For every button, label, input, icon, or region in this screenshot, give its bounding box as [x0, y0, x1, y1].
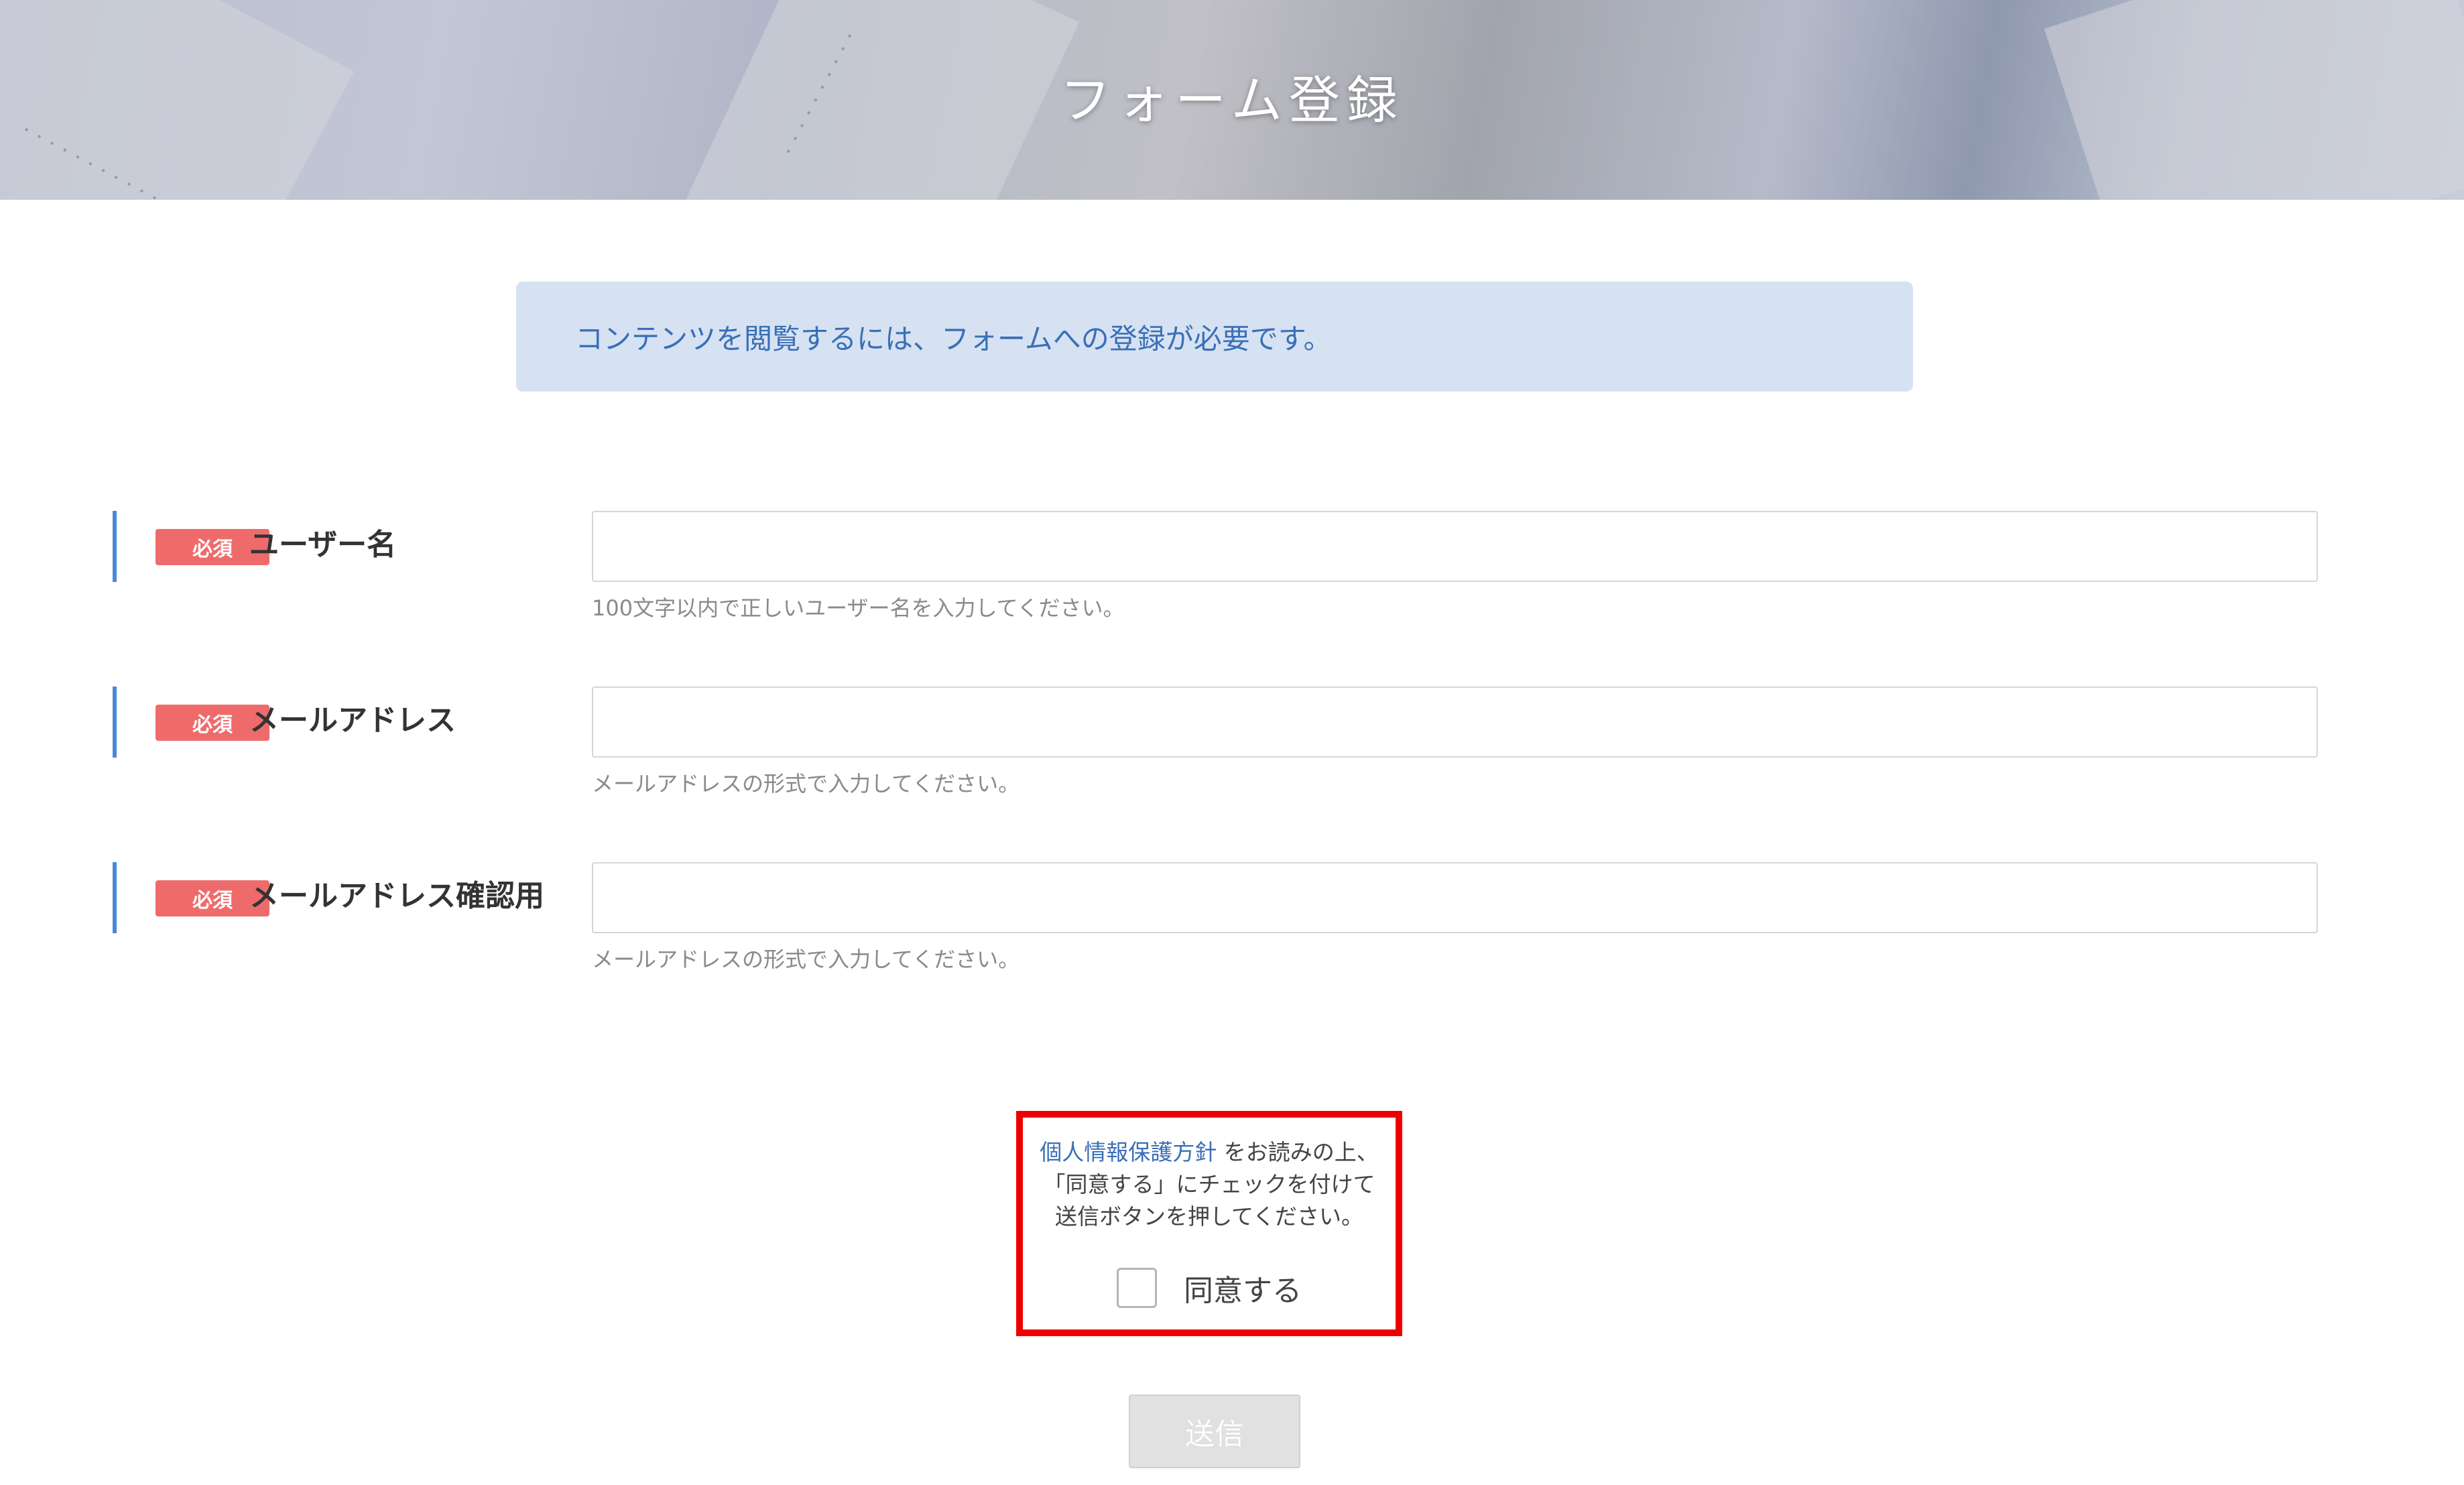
username-hint: 100文字以内で正しいユーザー名を入力してください。	[592, 595, 1125, 621]
consent-box: 個人情報保護方針 をお読みの上、 「同意する」にチェックを付けて 送信ボタンを押…	[1016, 1111, 1402, 1336]
email-confirm-input[interactable]	[592, 862, 2318, 933]
field-accent-bar	[113, 687, 117, 758]
field-accent-bar	[113, 511, 117, 582]
email-hint: メールアドレスの形式で入力してください。	[592, 771, 1020, 796]
consent-line-3: 送信ボタンを押してください。	[1054, 1203, 1364, 1230]
consent-line-1: 個人情報保護方針 をお読みの上、	[1023, 1136, 1396, 1169]
agree-row[interactable]: 同意する	[1023, 1266, 1396, 1309]
email-confirm-label: メールアドレス確認用	[249, 879, 544, 913]
header-banner: · · · · · · · · · · · · · · · · · · · · …	[0, 0, 2464, 200]
username-label: ユーザー名	[249, 528, 397, 562]
email-input[interactable]	[592, 687, 2318, 758]
field-email-confirm: 必須 メールアドレス確認用 メールアドレスの形式で入力してください。	[113, 862, 2318, 972]
field-username: 必須 ユーザー名 100文字以内で正しいユーザー名を入力してください。	[113, 511, 2318, 621]
username-input[interactable]	[592, 511, 2318, 582]
info-notice: コンテンツを閲覧するには、フォームへの登録が必要です。	[516, 282, 1913, 392]
consent-line-1-suffix: をお読みの上、	[1217, 1139, 1379, 1165]
email-confirm-hint: メールアドレスの形式で入力してください。	[592, 947, 1020, 972]
privacy-policy-link[interactable]: 個人情報保護方針	[1040, 1139, 1217, 1165]
agree-checkbox[interactable]	[1117, 1268, 1157, 1308]
consent-text: 個人情報保護方針 をお読みの上、 「同意する」にチェックを付けて 送信ボタンを押…	[1023, 1136, 1396, 1233]
agree-label[interactable]: 同意する	[1184, 1266, 1302, 1309]
field-email: 必須 メールアドレス メールアドレスの形式で入力してください。	[113, 687, 2318, 796]
page-title: フォーム登録	[1060, 70, 1404, 130]
info-notice-text: コンテンツを閲覧するには、フォームへの登録が必要です。	[575, 322, 1332, 355]
field-accent-bar	[113, 862, 117, 933]
consent-line-2: 「同意する」にチェックを付けて	[1043, 1171, 1375, 1197]
email-label: メールアドレス	[249, 703, 456, 737]
submit-button[interactable]: 送信	[1129, 1394, 1300, 1468]
